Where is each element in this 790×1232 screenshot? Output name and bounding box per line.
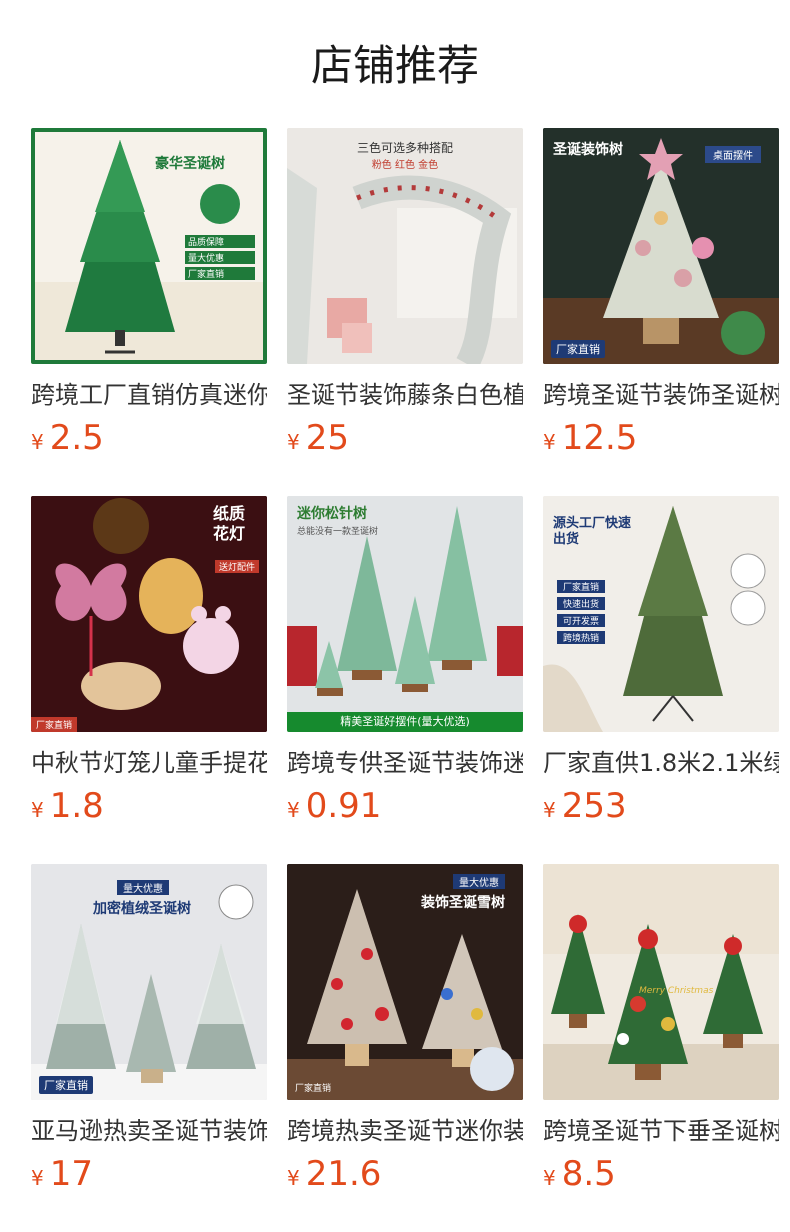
- product-card[interactable]: 三色可选多种搭配 粉色 红色 金色 圣诞节装饰藤条白色植绒 ¥25: [287, 128, 523, 460]
- product-title[interactable]: 中秋节灯笼儿童手提花灯: [31, 746, 267, 780]
- image-tag: 桌面摆件: [705, 146, 761, 163]
- product-price: ¥1.8: [31, 784, 267, 828]
- product-title[interactable]: 厂家直供1.8米2.1米绿色圣诞树: [543, 746, 779, 780]
- product-card[interactable]: 量大优惠 装饰圣诞雪树 厂家直销 跨境热卖圣诞节迷你装饰雪树 ¥21.6: [287, 864, 523, 1196]
- factory-badge: 厂家直销: [39, 1076, 93, 1094]
- image-tags: 品质保障 量大优惠 厂家直销: [185, 232, 255, 283]
- factory-badge: 厂家直销: [295, 1084, 332, 1094]
- product-title[interactable]: 跨境圣诞节下垂圣诞树摆件: [543, 1114, 779, 1148]
- image-tag: 可开发票: [557, 614, 605, 627]
- currency-symbol: ¥: [287, 430, 300, 454]
- product-price: ¥12.5: [543, 416, 779, 460]
- product-price: ¥21.6: [287, 1152, 523, 1196]
- image-tags: 厂家直销 快速出货 可开发票 跨境热销: [557, 576, 605, 648]
- image-tag: 量大优惠: [185, 251, 255, 264]
- product-card[interactable]: 纸质花灯 送灯配件 厂家直销 中秋节灯笼儿童手提花灯 ¥1.8: [31, 496, 267, 828]
- product-image[interactable]: 纸质花灯 送灯配件 厂家直销: [31, 496, 267, 732]
- factory-badge: 厂家直销: [31, 717, 78, 732]
- product-price: ¥0.91: [287, 784, 523, 828]
- image-headline: Merry Christmas: [639, 986, 714, 996]
- price-value: 17: [49, 1154, 93, 1194]
- image-tag: 跨境热销: [557, 631, 605, 644]
- image-footer: 精美圣诞好摆件(量大优选): [287, 712, 523, 732]
- product-title[interactable]: 跨境热卖圣诞节迷你装饰雪树: [287, 1114, 523, 1148]
- product-price: ¥17: [31, 1152, 267, 1196]
- product-price: ¥2.5: [31, 416, 267, 460]
- currency-symbol: ¥: [31, 430, 44, 454]
- price-value: 1.8: [49, 786, 104, 826]
- image-subtext: 总能没有一款圣诞树: [297, 527, 379, 537]
- product-card[interactable]: 量大优惠 加密植绒圣诞树 厂家直销 亚马逊热卖圣诞节装饰植绒树 ¥17: [31, 864, 267, 1196]
- product-image[interactable]: 迷你松针树 总能没有一款圣诞树 精美圣诞好摆件(量大优选): [287, 496, 523, 732]
- image-headline: 迷你松针树: [297, 506, 367, 522]
- product-card[interactable]: Merry Christmas 跨境圣诞节下垂圣诞树摆件 ¥8.5: [543, 864, 779, 1196]
- image-tag: 品质保障: [185, 235, 255, 248]
- factory-badge: 厂家直销: [551, 340, 605, 358]
- product-image[interactable]: 源头工厂快速出货 厂家直销 快速出货 可开发票 跨境热销: [543, 496, 779, 732]
- price-value: 12.5: [561, 418, 638, 458]
- currency-symbol: ¥: [543, 430, 556, 454]
- image-headline: 豪华圣诞树: [155, 156, 225, 172]
- price-value: 253: [561, 786, 627, 826]
- product-title[interactable]: 跨境专供圣诞节装饰迷你松针树: [287, 746, 523, 780]
- product-image[interactable]: 圣诞装饰树 桌面摆件 厂家直销: [543, 128, 779, 364]
- price-value: 2.5: [49, 418, 104, 458]
- page-title: 店铺推荐: [310, 41, 479, 90]
- currency-symbol: ¥: [543, 798, 556, 822]
- product-price: ¥253: [543, 784, 779, 828]
- product-image[interactable]: 量大优惠 装饰圣诞雪树 厂家直销: [287, 864, 523, 1100]
- product-title[interactable]: 亚马逊热卖圣诞节装饰植绒树: [31, 1114, 267, 1148]
- image-tag: 量大优惠: [117, 880, 169, 895]
- price-value: 25: [305, 418, 349, 458]
- price-value: 0.91: [305, 786, 382, 826]
- currency-symbol: ¥: [31, 798, 44, 822]
- image-tag: 量大优惠: [453, 874, 505, 889]
- image-headline: 加密植绒圣诞树: [93, 901, 191, 917]
- product-card[interactable]: 迷你松针树 总能没有一款圣诞树 精美圣诞好摆件(量大优选) 跨境专供圣诞节装饰迷…: [287, 496, 523, 828]
- product-image[interactable]: 豪华圣诞树 品质保障 量大优惠 厂家直销: [31, 128, 267, 364]
- currency-symbol: ¥: [543, 1166, 556, 1190]
- product-price: ¥25: [287, 416, 523, 460]
- price-value: 21.6: [305, 1154, 382, 1194]
- product-card[interactable]: 圣诞装饰树 桌面摆件 厂家直销 跨境圣诞节装饰圣诞树 ¥12.5: [543, 128, 779, 460]
- image-tag: 厂家直销: [185, 267, 255, 280]
- product-title[interactable]: 圣诞节装饰藤条白色植绒: [287, 378, 523, 412]
- image-tag: 送灯配件: [214, 560, 259, 573]
- currency-symbol: ¥: [287, 798, 300, 822]
- image-headline: 装饰圣诞雪树: [421, 895, 505, 911]
- currency-symbol: ¥: [287, 1166, 300, 1190]
- image-headline: 源头工厂快速出货: [553, 516, 632, 547]
- product-image[interactable]: 量大优惠 加密植绒圣诞树 厂家直销: [31, 864, 267, 1100]
- product-price: ¥8.5: [543, 1152, 779, 1196]
- image-tag: 厂家直销: [557, 580, 605, 593]
- currency-symbol: ¥: [31, 1166, 44, 1190]
- image-subtext: 粉色 红色 金色: [371, 160, 439, 171]
- product-image[interactable]: Merry Christmas: [543, 864, 779, 1100]
- product-card[interactable]: 源头工厂快速出货 厂家直销 快速出货 可开发票 跨境热销 厂家直供1.8米2.1…: [543, 496, 779, 828]
- product-image[interactable]: 三色可选多种搭配 粉色 红色 金色: [287, 128, 523, 364]
- image-tag: 快速出货: [557, 597, 605, 610]
- product-card[interactable]: 豪华圣诞树 品质保障 量大优惠 厂家直销 跨境工厂直销仿真迷你圣诞树 ¥2.5: [31, 128, 267, 460]
- image-headline: 三色可选多种搭配: [356, 141, 453, 155]
- price-value: 8.5: [561, 1154, 616, 1194]
- product-title[interactable]: 跨境工厂直销仿真迷你圣诞树: [31, 378, 267, 412]
- product-title[interactable]: 跨境圣诞节装饰圣诞树: [543, 378, 779, 412]
- image-headline: 纸质花灯: [213, 504, 246, 543]
